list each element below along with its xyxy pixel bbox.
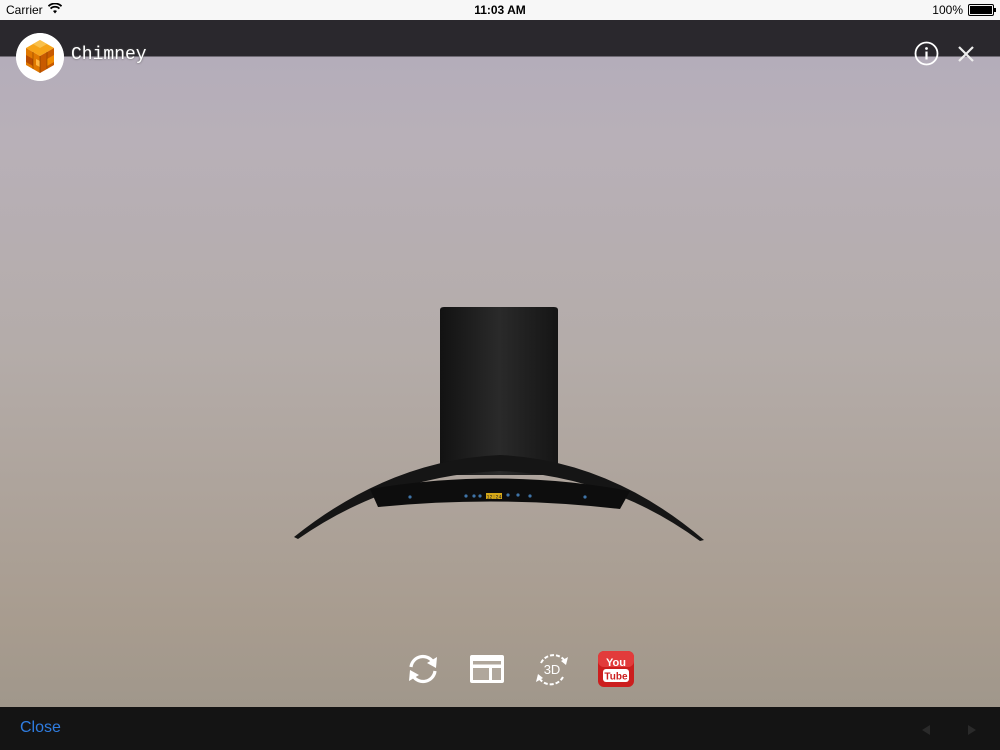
status-right: 100% — [932, 3, 996, 17]
next-arrow-icon[interactable] — [966, 723, 978, 735]
close-icon[interactable] — [954, 42, 978, 66]
previous-arrow-icon[interactable] — [920, 723, 932, 735]
battery-percent: 100% — [932, 3, 963, 17]
model-title: Chimney — [71, 45, 147, 65]
ar-viewer-screen: Carrier 11:03 AM 100% Chimney 12:24 3D Y… — [0, 0, 1000, 750]
display-digits: 12:24 — [486, 495, 501, 501]
bottom-bar: Close — [0, 707, 1000, 750]
info-icon[interactable] — [914, 41, 939, 66]
viewer-toolbar: 3D You Tube — [0, 650, 1000, 690]
battery-icon — [968, 4, 996, 16]
youtube-icon[interactable]: You Tube — [597, 650, 635, 688]
chimney-hood-model[interactable]: 12:24 — [290, 285, 710, 545]
status-bar: Carrier 11:03 AM 100% — [0, 0, 1000, 20]
status-time: 11:03 AM — [474, 3, 526, 17]
youtube-label-top: You — [606, 657, 626, 669]
viewer-header: Chimney — [0, 20, 1000, 81]
rotate-icon[interactable] — [404, 650, 442, 688]
cube-logo-icon — [16, 33, 64, 81]
layout-icon[interactable] — [468, 650, 506, 688]
close-link[interactable]: Close — [20, 719, 61, 737]
youtube-label-bottom: Tube — [604, 672, 628, 683]
model-viewer[interactable]: Chimney 12:24 3D You Tube — [0, 20, 1000, 707]
3d-label: 3D — [544, 662, 561, 677]
3d-view-icon[interactable]: 3D — [533, 650, 571, 688]
